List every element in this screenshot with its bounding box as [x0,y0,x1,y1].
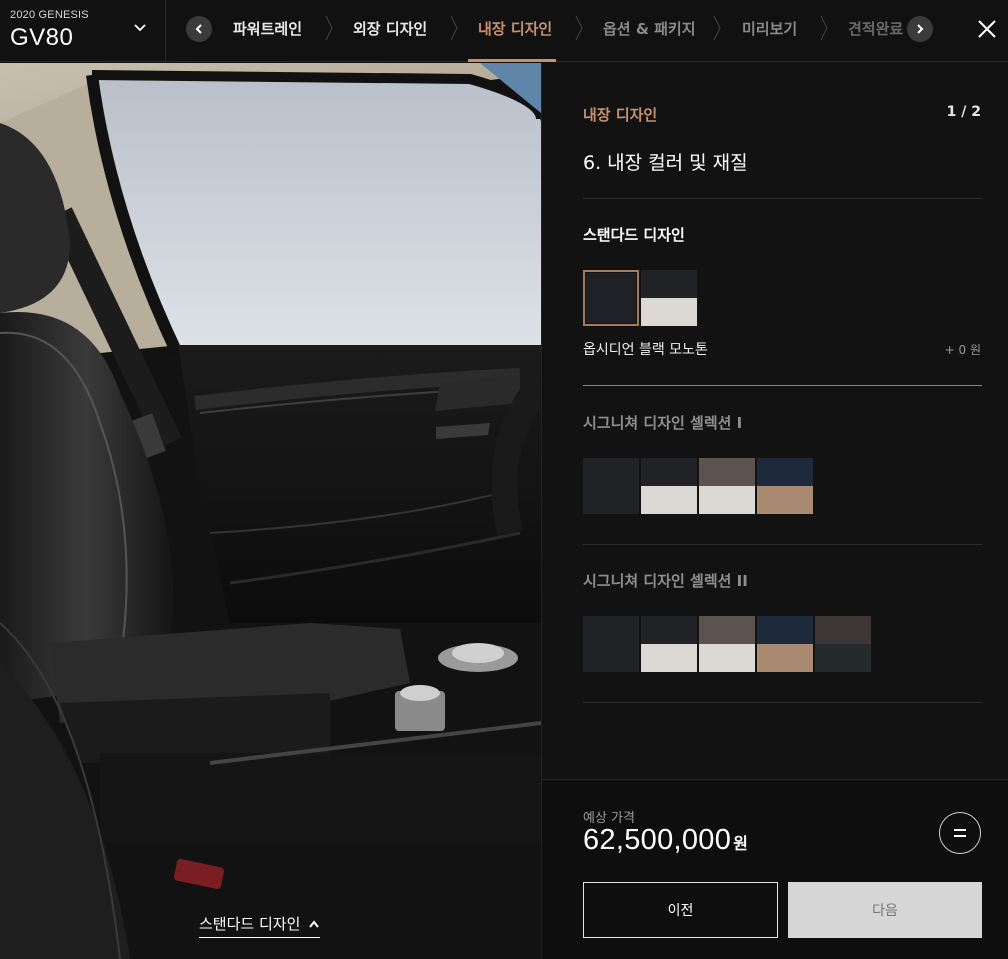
step-navigation: 파워트레인 외장 디자인 내장 디자인 옵션 & 패키지 미리보기 견적완료 [166,0,946,62]
swatch-top [583,458,639,486]
step-exterior-design[interactable]: 외장 디자인 [353,18,427,39]
step-separator-icon [325,15,333,41]
chevron-right-icon[interactable] [907,16,933,42]
model-year: 2020 GENESIS [10,9,89,21]
prev-button[interactable]: 이전 [583,882,778,938]
swatch-bottom [757,644,813,672]
price-summary: 예상 가격 62,500,000 원 이전 다음 [542,779,1008,959]
color-swatch[interactable] [583,458,639,514]
divider [583,702,982,703]
close-icon[interactable] [972,14,1002,44]
group-title-standard: 스탠다드 디자인 [583,226,685,244]
step-separator-icon [713,15,721,41]
selected-color-price: + 0 원 [944,343,981,357]
chevron-left-icon[interactable] [186,16,212,42]
design-caption-toggle[interactable]: 스탠다드 디자인 [199,913,321,938]
group-title-signature-2: 시그니쳐 디자인 셀렉션 II [583,572,748,590]
swatch-top [699,458,755,486]
group-title-signature-1: 시그니쳐 디자인 셀렉션 I [583,414,743,432]
color-swatch[interactable] [641,270,697,326]
swatch-bottom [699,644,755,672]
estimated-price-value: 62,500,000 원 [583,824,748,857]
swatch-bottom [641,486,697,514]
step-interior-design[interactable]: 내장 디자인 [478,18,552,39]
divider [583,385,982,386]
swatch-top [641,616,697,644]
chevron-up-icon [309,919,320,928]
swatch-top [815,616,871,644]
color-swatch[interactable] [699,458,755,514]
model-selector[interactable]: 2020 GENESIS GV80 [0,0,166,62]
section-label: 내장 디자인 [583,106,658,124]
step-title: 6. 내장 컬러 및 재질 [583,152,748,174]
active-step-underline [468,59,556,62]
page-indicator: 1 / 2 [946,104,981,120]
chevron-down-icon[interactable] [132,20,148,36]
swatch-bottom [641,644,697,672]
swatch-top [757,616,813,644]
swatch-top [757,458,813,486]
divider [583,198,982,199]
swatch-bottom [583,644,639,672]
swatch-top [641,458,697,486]
price-unit: 원 [733,834,749,853]
divider [583,544,982,545]
color-swatch[interactable] [699,616,755,672]
price-amount: 62,500,000 [583,824,732,856]
color-swatch[interactable] [757,616,813,672]
step-options-packages[interactable]: 옵션 & 패키지 [603,18,696,39]
swatch-top [583,616,639,644]
color-swatch[interactable] [583,270,639,326]
step-separator-icon [450,15,458,41]
color-swatch[interactable] [641,616,697,672]
color-swatch[interactable] [815,616,871,672]
option-panel: 내장 디자인 1 / 2 6. 내장 컬러 및 재질 스탠다드 디자인 옵시디언… [541,63,1008,959]
step-separator-icon [575,15,583,41]
color-swatch[interactable] [641,458,697,514]
color-swatch[interactable] [757,458,813,514]
step-quote-complete[interactable]: 견적완료 [848,18,903,39]
equals-icon[interactable] [939,812,981,854]
model-name: GV80 [10,24,74,51]
swatch-bottom [641,298,697,326]
swatch-bottom [757,486,813,514]
swatch-fill [586,273,636,323]
car-interior-illustration [0,63,541,959]
color-swatch[interactable] [583,616,639,672]
selected-color-name: 옵시디언 블랙 모노톤 [583,342,708,358]
step-preview[interactable]: 미리보기 [742,18,797,39]
swatch-bottom [815,644,871,672]
step-separator-icon [820,15,828,41]
top-header: 2020 GENESIS GV80 파워트레인 외장 디자인 내장 디자인 옵션… [0,0,1008,62]
swatch-bottom [699,486,755,514]
swatch-bottom [583,486,639,514]
swatch-top [699,616,755,644]
step-powertrain[interactable]: 파워트레인 [233,18,302,39]
design-caption-label: 스탠다드 디자인 [199,915,301,933]
swatch-top [641,270,697,298]
interior-preview-image [0,63,541,959]
next-button[interactable]: 다음 [788,882,982,938]
